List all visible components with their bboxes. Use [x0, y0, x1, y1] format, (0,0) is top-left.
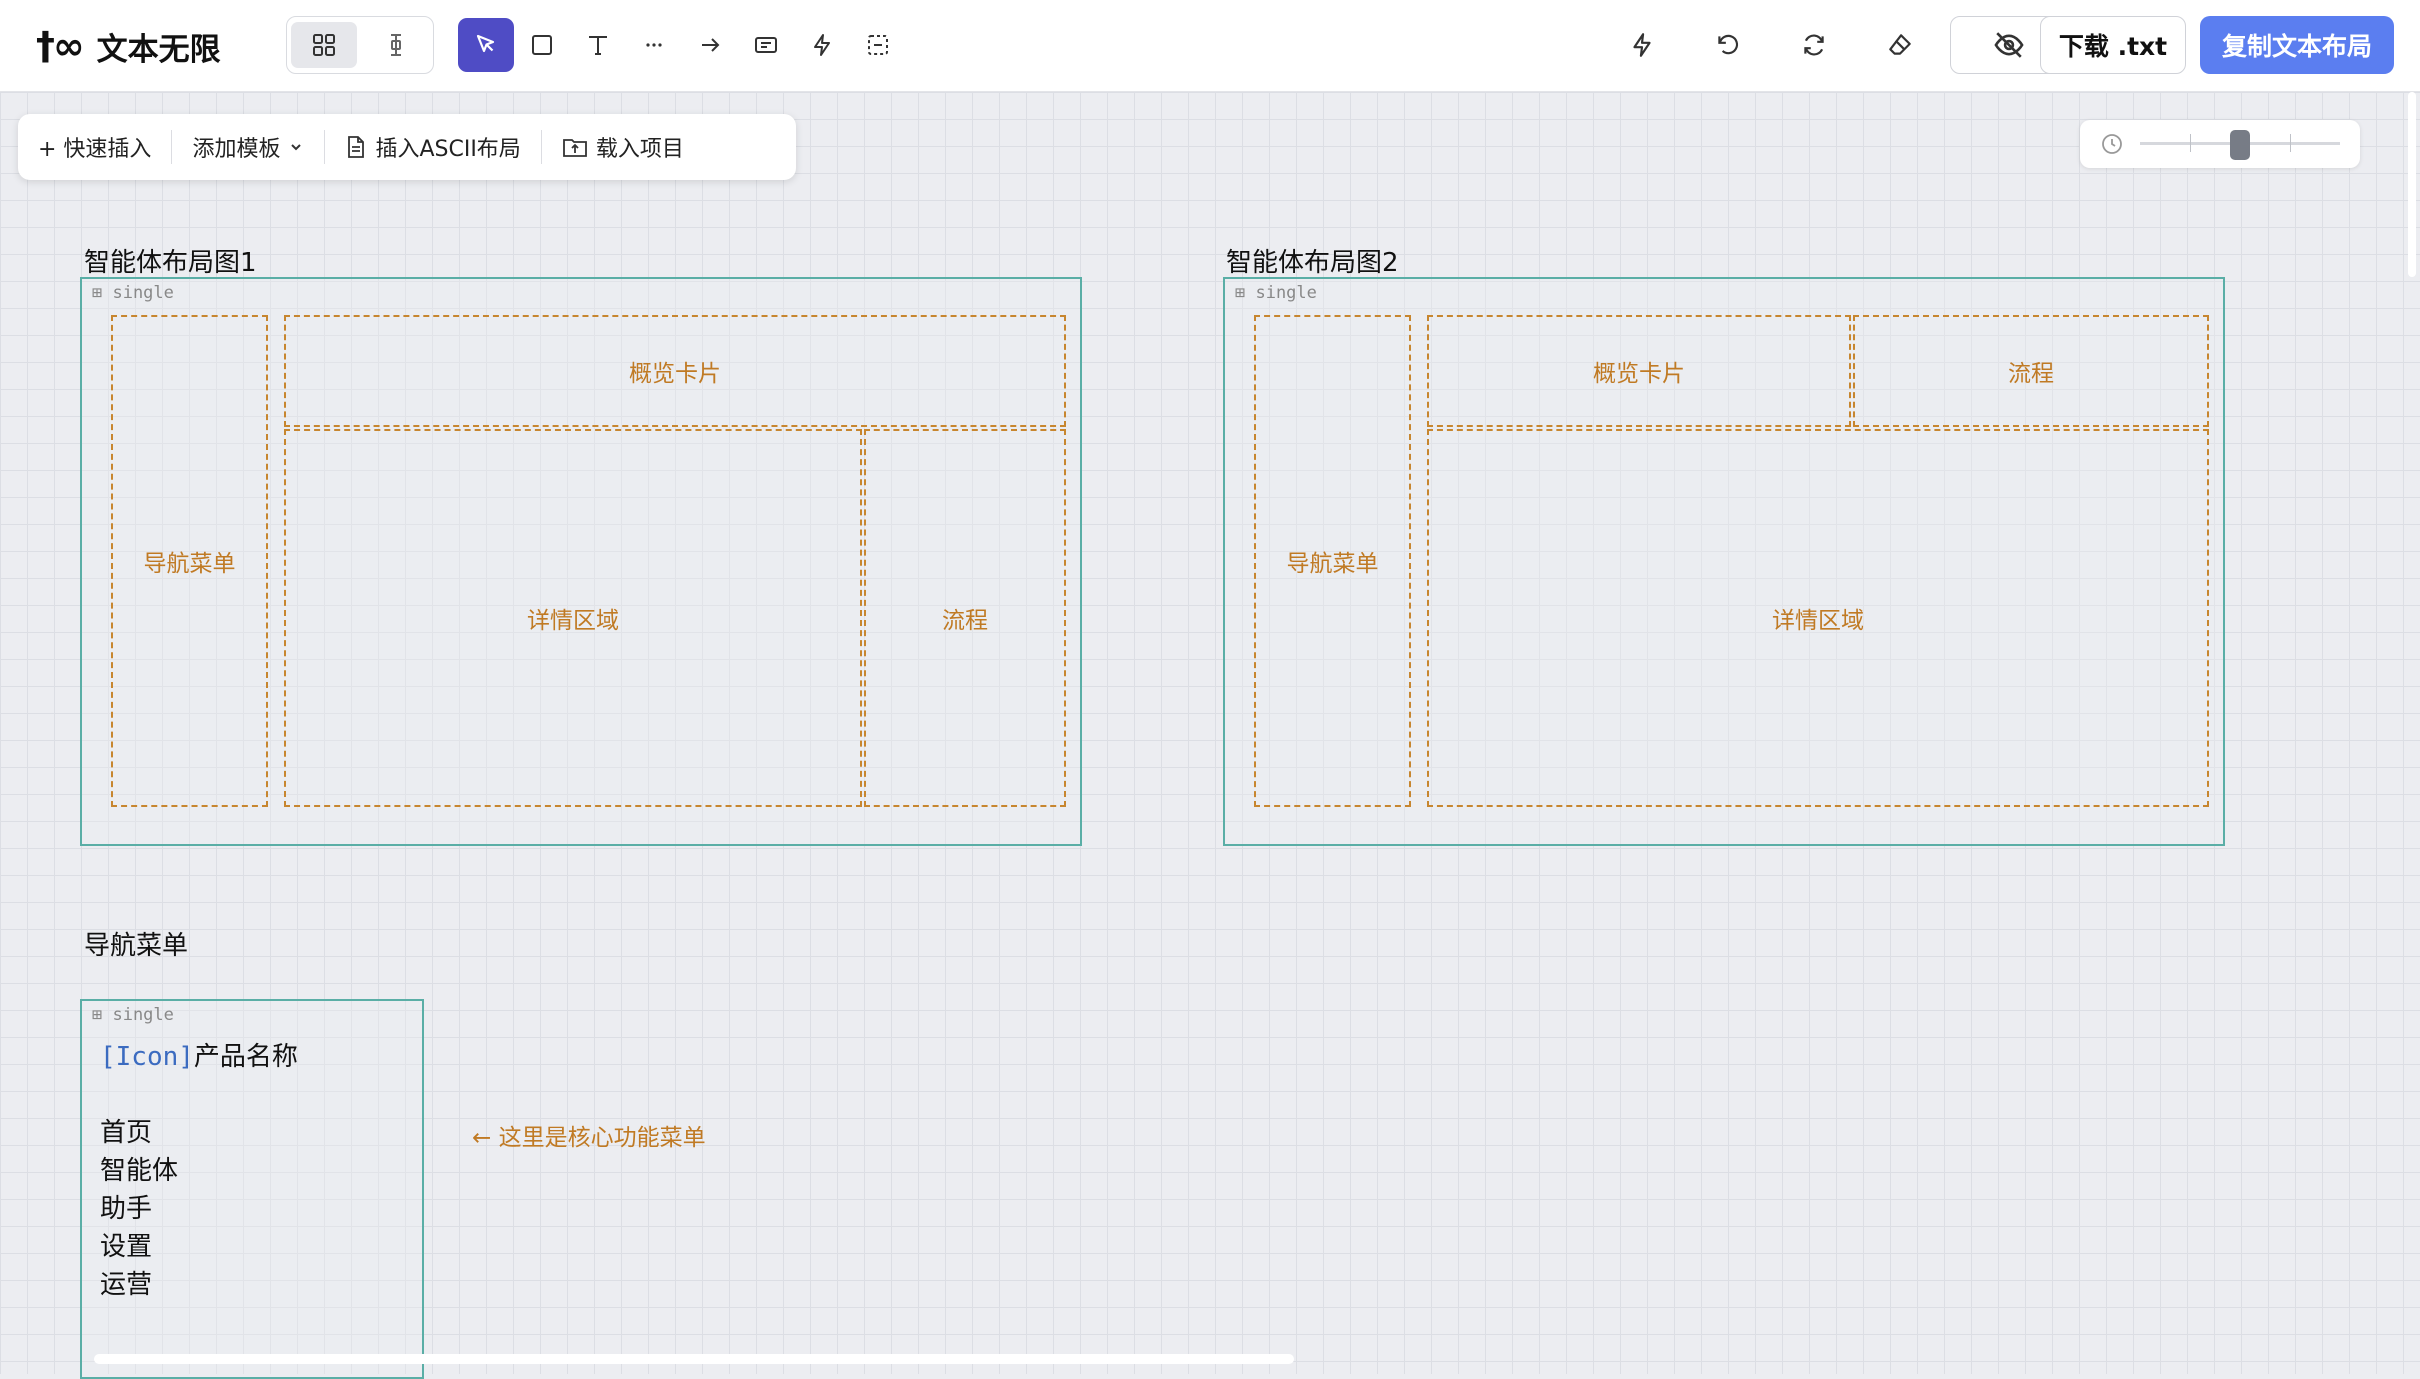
- arrow-tool[interactable]: [682, 18, 738, 72]
- dots-tool[interactable]: [626, 18, 682, 72]
- logo-icon: †∞: [36, 24, 85, 68]
- load-project-label: 载入项目: [595, 137, 684, 162]
- text-tool[interactable]: [570, 18, 626, 72]
- region-detail-area[interactable]: 详情区域: [1427, 429, 2209, 807]
- layout-frame-1[interactable]: ⊞ single 导航菜单 概览卡片 详情区域 流程: [80, 277, 1082, 846]
- undo-icon: [1718, 34, 1739, 55]
- frame-type-tag: ⊞ single: [1235, 283, 1317, 303]
- region-flow[interactable]: 流程: [1853, 315, 2209, 427]
- document-icon: [348, 136, 365, 158]
- cursor-icon: [476, 34, 495, 53]
- square-icon: [532, 35, 552, 55]
- quick-action-button[interactable]: [1614, 18, 1670, 72]
- product-heading: [Icon]产品名称: [100, 1038, 298, 1076]
- ellipsis-icon: [646, 43, 662, 47]
- download-txt-button[interactable]: 下载 .txt: [2040, 16, 2186, 74]
- product-name: 产品名称: [193, 1042, 298, 1072]
- view-toggle: [286, 16, 434, 74]
- frame-title: 智能体布局图1: [84, 248, 257, 278]
- region-nav-menu[interactable]: 导航菜单: [1254, 315, 1411, 807]
- dashed-square-icon: [868, 35, 888, 55]
- vertical-scrollbar[interactable]: [2408, 92, 2416, 277]
- menu-item-operations: 运营: [100, 1270, 153, 1300]
- refresh-icon: [1804, 34, 1824, 56]
- zoom-slider-thumb[interactable]: [2230, 130, 2250, 160]
- zoom-control: [2080, 120, 2360, 168]
- eraser-button[interactable]: [1872, 18, 1928, 72]
- lightning-icon: [814, 34, 830, 56]
- copy-text-layout-button[interactable]: 复制文本布局: [2200, 16, 2394, 74]
- folder-upload-icon: [562, 139, 587, 157]
- grid-icon: [313, 34, 335, 56]
- eye-off-icon: [1994, 32, 2024, 58]
- load-project-button[interactable]: 载入项目: [542, 127, 704, 167]
- group-tool[interactable]: [850, 18, 906, 72]
- textbox-icon: [755, 37, 777, 53]
- add-template-label: 添加模板: [192, 137, 281, 162]
- frame-title: 智能体布局图2: [1226, 248, 1399, 278]
- lightning-icon: [1633, 33, 1651, 57]
- zoom-tick: [2190, 134, 2191, 152]
- undo-button[interactable]: [1700, 18, 1756, 72]
- quick-insert-label: + 快速插入: [38, 137, 152, 162]
- select-tool[interactable]: [458, 18, 514, 72]
- refresh-button[interactable]: [1786, 18, 1842, 72]
- menu-item-home: 首页: [100, 1118, 153, 1148]
- icon-placeholder-tag: [Icon]: [100, 1042, 194, 1072]
- text-T-icon: [589, 36, 607, 55]
- region-overview-card[interactable]: 概览卡片: [284, 315, 1066, 427]
- insert-ascii-button[interactable]: 插入ASCII布局: [325, 127, 540, 167]
- menu-item-agent: 智能体: [100, 1156, 179, 1186]
- zoom-tick: [2290, 134, 2291, 152]
- frame-title: 导航菜单: [84, 931, 189, 961]
- chevron-down-icon: [291, 144, 302, 151]
- textbox-tool[interactable]: [738, 18, 794, 72]
- text-cursor-view-button[interactable]: [363, 22, 429, 68]
- insert-bar: + 快速插入 添加模板 插入ASCII布局 载入项目: [18, 114, 796, 180]
- nav-menu-frame[interactable]: ⊞ single [Icon]产品名称 首页 智能体 助手 设置 运营: [80, 999, 424, 1379]
- insert-ascii-label: 插入ASCII布局: [375, 137, 521, 162]
- frame-type-tag: ⊞ single: [92, 1005, 174, 1025]
- region-overview-card[interactable]: 概览卡片: [1427, 315, 1851, 427]
- menu-item-settings: 设置: [100, 1232, 153, 1262]
- action-tool[interactable]: [794, 18, 850, 72]
- top-bar: †∞ 文本无限 下载 .txt 复制文本布局: [0, 0, 2420, 92]
- add-template-dropdown[interactable]: 添加模板: [172, 127, 324, 167]
- region-detail-area[interactable]: 详情区域: [284, 429, 862, 807]
- layout-frame-2[interactable]: ⊞ single 导航菜单 概览卡片 流程 详情区域: [1223, 277, 2225, 846]
- arrow-right-icon: [702, 38, 720, 52]
- app-name: 文本无限: [96, 31, 221, 68]
- grid-view-button[interactable]: [291, 22, 357, 68]
- menu-item-assistant: 助手: [100, 1194, 153, 1224]
- rectangle-tool[interactable]: [514, 18, 570, 72]
- region-nav-menu[interactable]: 导航菜单: [111, 315, 268, 807]
- annotation-note: ← 这里是核心功能菜单: [472, 1125, 706, 1151]
- quick-insert-button[interactable]: + 快速插入: [18, 127, 171, 167]
- horizontal-scrollbar[interactable]: [94, 1354, 1294, 1364]
- clock-icon: [2102, 134, 2122, 154]
- region-flow[interactable]: 流程: [864, 429, 1066, 807]
- eraser-icon: [1889, 34, 1911, 55]
- frame-type-tag: ⊞ single: [92, 283, 174, 303]
- brand: †∞ 文本无限: [36, 20, 221, 72]
- text-cursor-icon: [391, 34, 401, 56]
